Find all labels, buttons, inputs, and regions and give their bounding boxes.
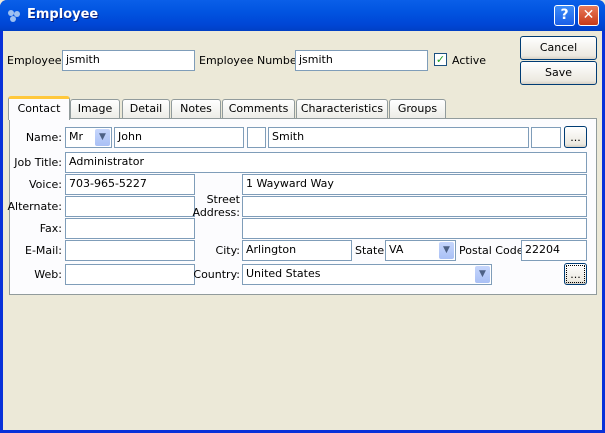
window-title: Employee [27, 7, 99, 22]
street-label-line1: Street [206, 193, 240, 206]
country-value: United States [246, 267, 321, 280]
last-name-input[interactable]: Smith [268, 127, 529, 148]
street-label-line2: Address: [192, 206, 240, 219]
street-line1-input[interactable]: 1 Wayward Way [242, 174, 587, 195]
city-input[interactable]: Arlington [242, 240, 352, 261]
chevron-down-icon[interactable]: ▼ [95, 129, 110, 146]
suffix-input[interactable] [531, 127, 561, 148]
tab-groups[interactable]: Groups [389, 99, 446, 119]
employee-label: Employee: [7, 54, 66, 67]
city-label: City: [215, 244, 240, 257]
check-icon: ✓ [435, 53, 446, 66]
tab-characteristics[interactable]: Characteristics [296, 99, 388, 119]
voice-input[interactable]: 703-965-5227 [65, 174, 195, 195]
first-name-input[interactable]: John [114, 127, 244, 148]
tab-image[interactable]: Image [70, 99, 120, 119]
active-checkbox[interactable]: ✓ [434, 53, 447, 66]
email-input[interactable] [65, 240, 195, 261]
tab-notes[interactable]: Notes [171, 99, 221, 119]
fax-label: Fax: [39, 222, 62, 235]
save-button[interactable]: Save [520, 61, 597, 85]
state-value: VA [389, 243, 404, 256]
address-more-button[interactable]: ... [564, 263, 587, 285]
voice-label: Voice: [29, 178, 62, 191]
country-label: Country: [193, 268, 240, 281]
postal-code-label: Postal Code: [459, 244, 528, 257]
postal-code-input[interactable]: 22204 [521, 240, 587, 261]
state-label: State: [355, 244, 388, 257]
street-line3-input[interactable] [242, 218, 587, 239]
title-bar: Employee ? ✕ [0, 0, 605, 31]
tab-comments[interactable]: Comments [222, 99, 295, 119]
job-title-label: Job Title: [14, 156, 62, 169]
employee-number-label: Employee Number: [199, 54, 305, 67]
close-button[interactable]: ✕ [578, 5, 599, 26]
name-label: Name: [25, 131, 62, 144]
chevron-down-icon[interactable]: ▼ [475, 266, 490, 283]
street-line2-input[interactable] [242, 196, 587, 217]
state-select[interactable]: VA ▼ [385, 240, 456, 261]
alternate-label: Alternate: [7, 200, 63, 213]
email-label: E-Mail: [25, 244, 62, 257]
name-more-button[interactable]: ... [564, 126, 587, 148]
alternate-input[interactable] [65, 196, 195, 217]
app-icon [8, 10, 20, 22]
cancel-button[interactable]: Cancel [520, 36, 597, 60]
fax-input[interactable] [65, 218, 195, 239]
web-label: Web: [34, 268, 62, 281]
middle-name-input[interactable] [247, 127, 266, 148]
chevron-down-icon[interactable]: ▼ [439, 242, 454, 259]
honorific-value: Mr [69, 130, 84, 143]
employee-input[interactable]: jsmith [62, 50, 195, 71]
tab-contact[interactable]: Contact [8, 96, 70, 120]
active-label: Active [452, 54, 487, 67]
honorific-select[interactable]: Mr ▼ [65, 127, 112, 148]
employee-number-input[interactable]: jsmith [295, 50, 428, 71]
web-input[interactable] [65, 264, 195, 285]
tab-detail[interactable]: Detail [122, 99, 170, 119]
job-title-input[interactable]: Administrator [65, 152, 587, 173]
country-select[interactable]: United States ▼ [242, 264, 492, 285]
help-button[interactable]: ? [554, 5, 575, 26]
